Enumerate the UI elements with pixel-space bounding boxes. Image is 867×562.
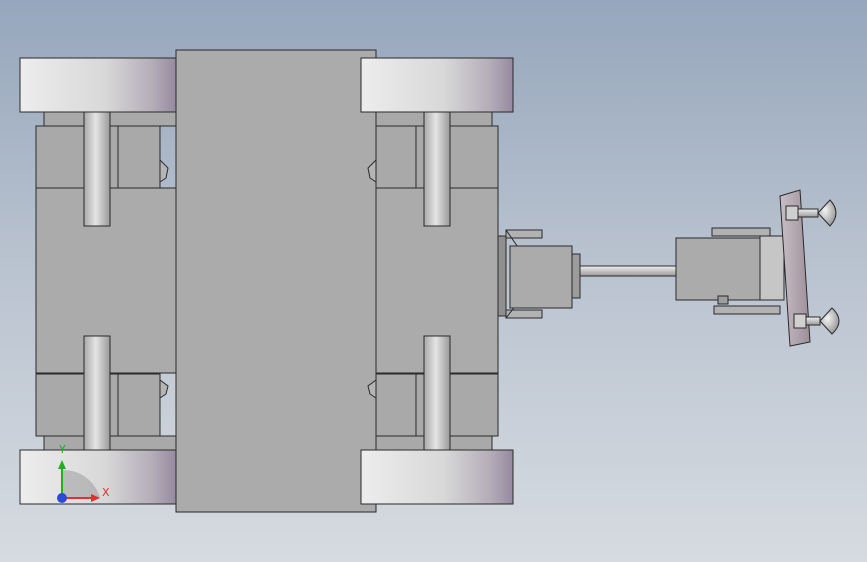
shaft-rear-right[interactable]	[423, 335, 451, 451]
arm-mount[interactable]	[497, 229, 581, 319]
shaft-rear-left[interactable]	[83, 335, 111, 451]
chassis-top-plate	[175, 49, 377, 513]
wheel-rear-right[interactable]	[360, 449, 514, 505]
wheel-front-left[interactable]	[19, 57, 177, 113]
y-axis-label: Y	[59, 443, 66, 456]
z-axis-dot	[57, 493, 67, 503]
notch-rear-left	[159, 379, 169, 399]
end-effector[interactable]	[675, 227, 785, 315]
notch-front-left	[159, 158, 169, 183]
cad-viewport[interactable]: X Y	[0, 0, 867, 562]
shaft-front-right[interactable]	[423, 111, 451, 227]
cad-model-view[interactable]	[0, 0, 867, 562]
wheel-front-right[interactable]	[360, 57, 514, 113]
telescopic-rod[interactable]	[579, 265, 677, 277]
shaft-front-left[interactable]	[83, 111, 111, 227]
x-axis-label: X	[102, 486, 110, 499]
